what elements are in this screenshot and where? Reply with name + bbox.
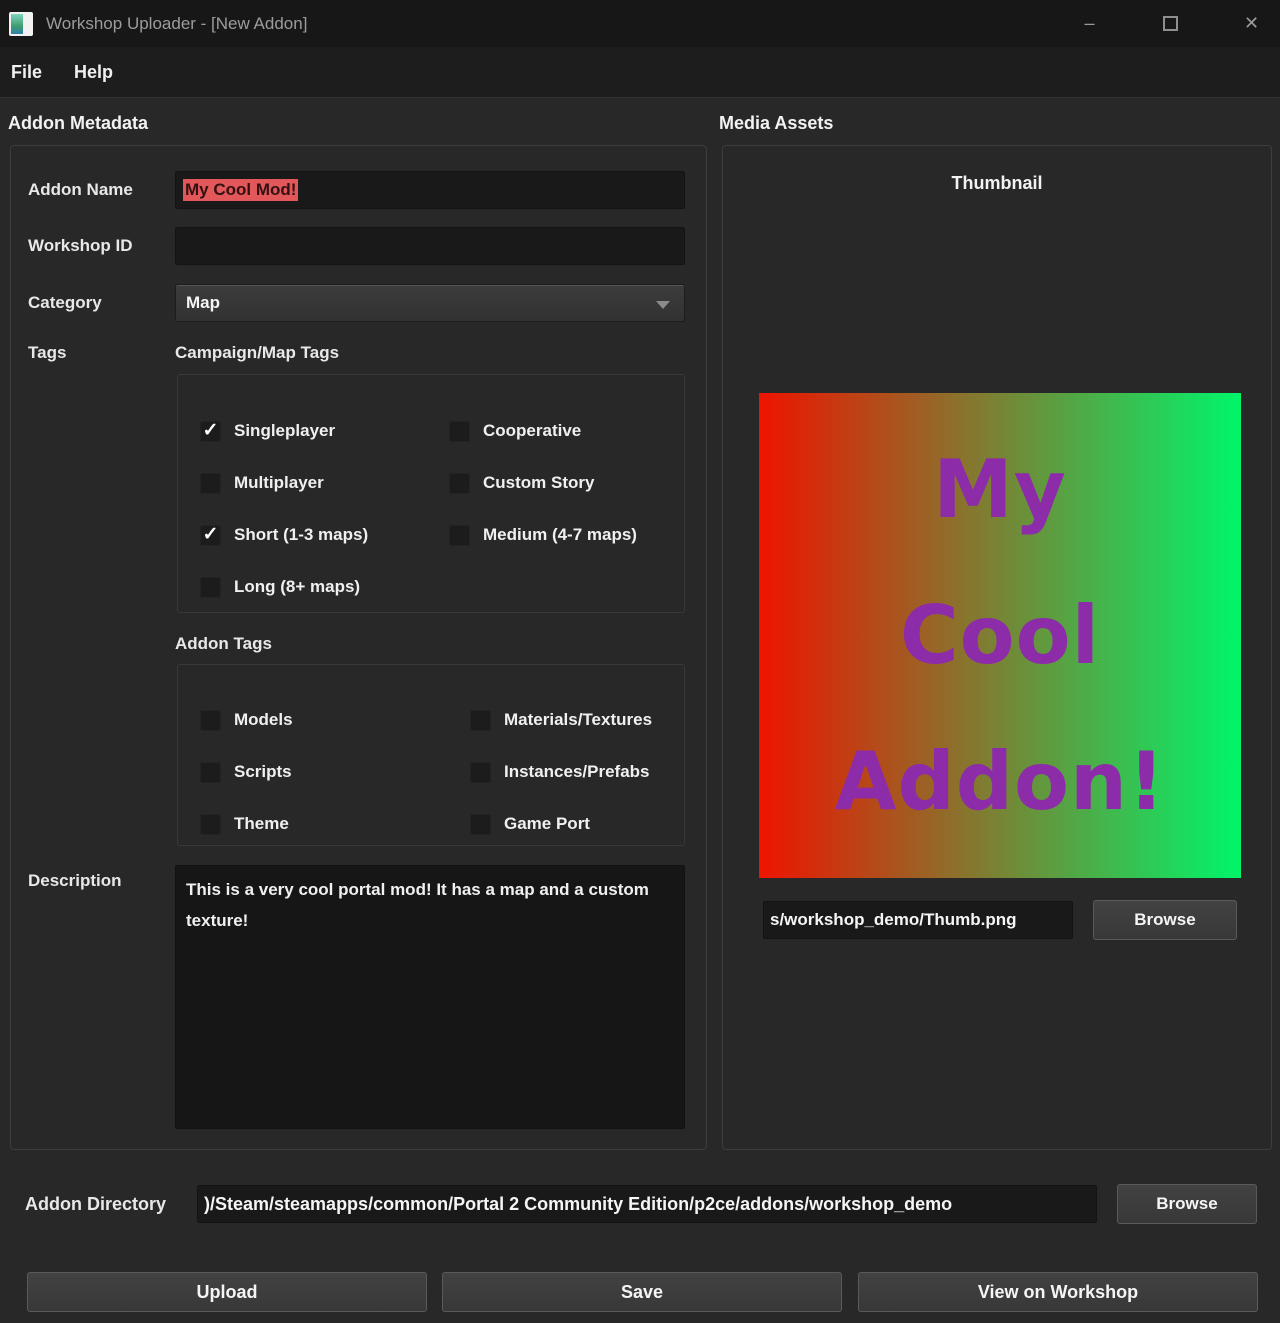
- workshop-uploader-window: Workshop Uploader - [New Addon] – ✕ File…: [0, 0, 1280, 1323]
- checkbox-medium-maps[interactable]: Medium (4-7 maps): [449, 509, 684, 561]
- addon-directory-label: Addon Directory: [25, 1185, 166, 1223]
- checkbox-scripts[interactable]: Scripts: [200, 746, 470, 798]
- media-assets-group: Thumbnail My Cool Addon! s/workshop_demo…: [722, 145, 1272, 1150]
- addon-tags-title: Addon Tags: [175, 634, 272, 654]
- addon-metadata-section-title: Addon Metadata: [8, 113, 148, 134]
- minimize-button[interactable]: –: [1067, 0, 1112, 47]
- checkbox-icon: [200, 814, 221, 835]
- checkbox-singleplayer[interactable]: ✓ Singleplayer: [200, 405, 449, 457]
- window-controls: – ✕: [1067, 0, 1274, 47]
- minimize-icon: –: [1084, 13, 1094, 34]
- check-icon: ✓: [203, 525, 219, 544]
- workshop-id-input[interactable]: [175, 227, 685, 265]
- app-icon: [9, 12, 33, 36]
- view-on-workshop-button[interactable]: View on Workshop: [858, 1272, 1258, 1312]
- checkbox-icon: [470, 762, 491, 783]
- checkbox-icon: [200, 473, 221, 494]
- category-dropdown[interactable]: Map: [175, 284, 685, 322]
- description-textarea[interactable]: This is a very cool portal mod! It has a…: [175, 865, 685, 1129]
- checkbox-icon: [449, 473, 470, 494]
- upload-button[interactable]: Upload: [27, 1272, 427, 1312]
- checkbox-icon: [200, 710, 221, 731]
- addon-name-label: Addon Name: [28, 171, 133, 209]
- menubar: File Help: [0, 47, 1280, 98]
- thumbnail-text-line: Addon!: [835, 709, 1166, 855]
- close-icon: ✕: [1244, 13, 1259, 34]
- checkbox-icon: [470, 814, 491, 835]
- thumbnail-path-input[interactable]: s/workshop_demo/Thumb.png: [763, 901, 1073, 939]
- campaign-map-tags-box: ✓ Singleplayer Cooperative Multiplayer C…: [177, 374, 685, 613]
- checkbox-icon: [200, 577, 221, 598]
- checkbox-custom-story[interactable]: Custom Story: [449, 457, 684, 509]
- addon-name-value: My Cool Mod!: [183, 179, 298, 201]
- thumbnail-browse-button[interactable]: Browse: [1093, 900, 1237, 940]
- checkbox-icon: [449, 525, 470, 546]
- addon-directory-browse-button[interactable]: Browse: [1117, 1184, 1257, 1224]
- checkbox-instances-prefabs[interactable]: Instances/Prefabs: [470, 746, 684, 798]
- thumbnail-text-line: My: [933, 417, 1067, 563]
- checkbox-short-maps[interactable]: ✓ Short (1-3 maps): [200, 509, 449, 561]
- menu-file[interactable]: File: [0, 47, 58, 97]
- titlebar: Workshop Uploader - [New Addon] – ✕: [0, 0, 1280, 47]
- thumbnail-image: My Cool Addon!: [759, 393, 1241, 878]
- checkbox-cooperative[interactable]: Cooperative: [449, 405, 684, 457]
- checkbox-icon: [449, 421, 470, 442]
- window-title: Workshop Uploader - [New Addon]: [46, 14, 307, 34]
- media-assets-section-title: Media Assets: [719, 113, 833, 134]
- thumbnail-label: Thumbnail: [723, 173, 1271, 194]
- maximize-icon: [1163, 16, 1178, 31]
- checkbox-icon: ✓: [200, 525, 221, 546]
- description-label: Description: [28, 871, 122, 891]
- checkbox-icon: [200, 762, 221, 783]
- maximize-button[interactable]: [1148, 0, 1193, 47]
- checkbox-models[interactable]: Models: [200, 694, 470, 746]
- checkbox-theme[interactable]: Theme: [200, 798, 470, 850]
- category-label: Category: [28, 284, 102, 322]
- menu-help[interactable]: Help: [58, 47, 129, 97]
- chevron-down-icon: [656, 301, 670, 309]
- tags-label: Tags: [28, 343, 66, 363]
- checkbox-icon: [470, 710, 491, 731]
- checkbox-game-port[interactable]: Game Port: [470, 798, 684, 850]
- campaign-map-tags-title: Campaign/Map Tags: [175, 343, 339, 363]
- category-value: Map: [186, 293, 220, 313]
- checkbox-multiplayer[interactable]: Multiplayer: [200, 457, 449, 509]
- checkbox-long-maps[interactable]: Long (8+ maps): [200, 561, 449, 613]
- check-icon: ✓: [203, 421, 219, 440]
- thumbnail-path-value: s/workshop_demo/Thumb.png: [770, 910, 1017, 930]
- checkbox-icon: ✓: [200, 421, 221, 442]
- addon-directory-input[interactable]: )/Steam/steamapps/common/Portal 2 Commun…: [197, 1185, 1097, 1223]
- thumbnail-text-line: Cool: [900, 563, 1100, 709]
- workshop-id-label: Workshop ID: [28, 227, 133, 265]
- checkbox-materials-textures[interactable]: Materials/Textures: [470, 694, 684, 746]
- save-button[interactable]: Save: [442, 1272, 842, 1312]
- close-button[interactable]: ✕: [1229, 0, 1274, 47]
- addon-directory-value: )/Steam/steamapps/common/Portal 2 Commun…: [204, 1194, 952, 1215]
- addon-name-input[interactable]: My Cool Mod!: [175, 171, 685, 209]
- addon-tags-box: Models Materials/Textures Scripts Instan…: [177, 664, 685, 846]
- app-icon-image: [11, 14, 23, 34]
- addon-metadata-group: Addon Name My Cool Mod! Workshop ID Cate…: [10, 145, 707, 1150]
